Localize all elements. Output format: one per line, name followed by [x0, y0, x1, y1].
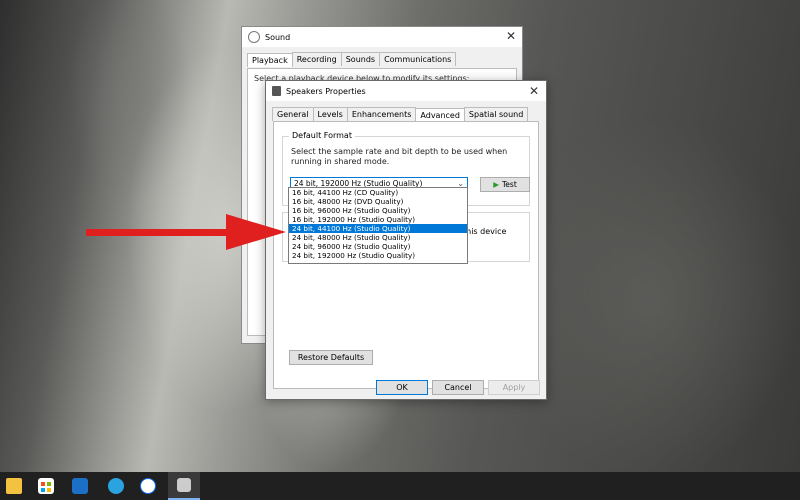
apply-button[interactable]: Apply	[488, 380, 540, 395]
taskbar-sound-app[interactable]	[168, 472, 200, 500]
speaker-icon	[272, 86, 281, 96]
red-arrow-annotation	[86, 214, 286, 250]
arrow-head	[226, 214, 286, 250]
restore-defaults-button[interactable]: Restore Defaults	[289, 350, 373, 365]
mail-icon[interactable]	[72, 478, 88, 494]
sound-settings-icon	[177, 478, 191, 492]
sample-rate-dropdown-list: 16 bit, 44100 Hz (CD Quality) 16 bit, 48…	[288, 187, 468, 264]
tab-communications[interactable]: Communications	[379, 52, 457, 66]
dialog-title: Speakers Properties	[286, 86, 366, 96]
tab-sounds[interactable]: Sounds	[340, 52, 381, 66]
dialog-tabs: General Levels Enhancements Advanced Spa…	[266, 101, 546, 122]
tab-general[interactable]: General	[272, 107, 314, 121]
tab-playback[interactable]: Playback	[247, 53, 293, 67]
default-format-description: Select the sample rate and bit depth to …	[291, 147, 508, 166]
test-button-label: Test	[502, 180, 517, 189]
dropdown-option[interactable]: 16 bit, 48000 Hz (DVD Quality)	[289, 197, 467, 206]
dropdown-option[interactable]: 24 bit, 96000 Hz (Studio Quality)	[289, 242, 467, 251]
dropdown-option[interactable]: 16 bit, 96000 Hz (Studio Quality)	[289, 206, 467, 215]
dialog-titlebar[interactable]: Speakers Properties ✕	[266, 81, 546, 101]
sound-tabs: Playback Recording Sounds Communications	[242, 47, 522, 67]
tab-enhancements[interactable]: Enhancements	[346, 107, 417, 121]
tab-advanced[interactable]: Advanced	[415, 108, 465, 122]
zalo-icon[interactable]	[140, 478, 156, 494]
tab-recording[interactable]: Recording	[291, 52, 342, 66]
dropdown-option[interactable]: 24 bit, 192000 Hz (Studio Quality)	[289, 251, 467, 260]
exclusive-mode-text: this device	[463, 227, 507, 236]
tab-levels[interactable]: Levels	[312, 107, 348, 121]
sound-icon	[248, 31, 260, 43]
cancel-button[interactable]: Cancel	[432, 380, 484, 395]
close-icon[interactable]: ✕	[529, 84, 539, 98]
microsoft-store-icon[interactable]	[38, 478, 54, 494]
dropdown-option[interactable]: 16 bit, 44100 Hz (CD Quality)	[289, 188, 467, 197]
test-button[interactable]: ▶ Test	[480, 177, 530, 192]
sound-window-title: Sound	[265, 32, 291, 42]
close-icon[interactable]: ✕	[506, 29, 516, 43]
default-format-legend: Default Format	[289, 131, 355, 140]
dropdown-option[interactable]: 24 bit, 44100 Hz (Studio Quality)	[289, 224, 467, 233]
dropdown-option[interactable]: 16 bit, 192000 Hz (Studio Quality)	[289, 215, 467, 224]
arrow-shaft	[86, 229, 236, 236]
tab-spatial-sound[interactable]: Spatial sound	[463, 107, 529, 121]
telegram-icon[interactable]	[108, 478, 124, 494]
taskbar	[0, 472, 800, 500]
ok-button[interactable]: OK	[376, 380, 428, 395]
file-explorer-icon[interactable]	[6, 478, 22, 494]
dropdown-option[interactable]: 24 bit, 48000 Hz (Studio Quality)	[289, 233, 467, 242]
play-icon: ▶	[493, 180, 499, 189]
sound-window-titlebar[interactable]: Sound ✕	[242, 27, 522, 47]
